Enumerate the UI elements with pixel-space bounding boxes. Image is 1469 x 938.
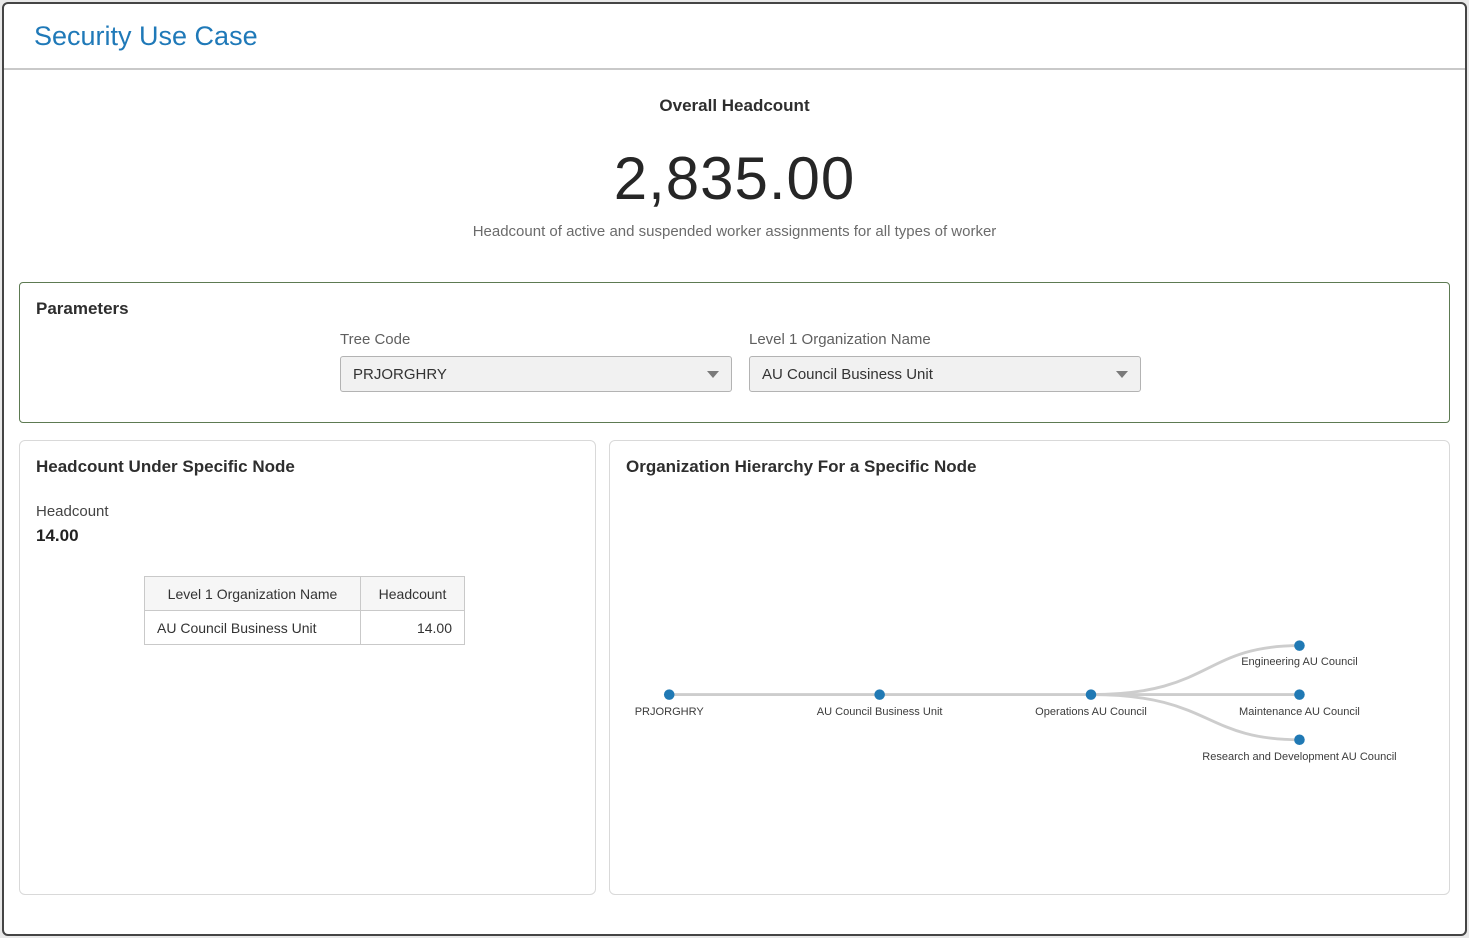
page-title: Security Use Case xyxy=(34,21,258,52)
tree-node-operations-au-council[interactable] xyxy=(1086,689,1097,700)
table-cell-org: AU Council Business Unit xyxy=(145,611,361,645)
tree-node-au-council-business-unit[interactable] xyxy=(874,689,885,700)
tree-node-rnd-au-council[interactable] xyxy=(1294,734,1305,745)
tree-node-label: Engineering AU Council xyxy=(1241,656,1358,668)
table-header-headcount: Headcount xyxy=(361,577,465,611)
dashboard-window: Security Use Case Overall Headcount 2,83… xyxy=(2,2,1467,936)
bottom-panels: Headcount Under Specific Node Headcount … xyxy=(19,440,1450,895)
parameters-panel: Parameters Tree Code PRJORGHRY Level 1 O… xyxy=(19,282,1450,423)
chevron-down-icon xyxy=(707,371,719,378)
overall-headcount-section: Overall Headcount 2,835.00 Headcount of … xyxy=(4,70,1465,240)
page-header: Security Use Case xyxy=(4,4,1465,70)
chevron-down-icon xyxy=(1116,371,1128,378)
headcount-metric-label: Headcount xyxy=(36,503,579,520)
level1-org-select[interactable]: AU Council Business Unit xyxy=(749,356,1141,392)
headcount-under-node-panel: Headcount Under Specific Node Headcount … xyxy=(19,440,596,895)
tree-code-select[interactable]: PRJORGHRY xyxy=(340,356,732,392)
hierarchy-panel-title: Organization Hierarchy For a Specific No… xyxy=(626,457,1433,477)
table-header-row: Level 1 Organization Name Headcount xyxy=(145,577,465,611)
tree-node-label: Research and Development AU Council xyxy=(1202,751,1396,763)
table-header-org: Level 1 Organization Name xyxy=(145,577,361,611)
level1-org-label: Level 1 Organization Name xyxy=(749,331,1141,348)
parameters-title: Parameters xyxy=(36,299,1433,319)
table-cell-headcount: 14.00 xyxy=(361,611,465,645)
headcount-table: Level 1 Organization Name Headcount AU C… xyxy=(144,576,465,645)
tree-edge xyxy=(1091,646,1299,695)
headcount-metric-value: 14.00 xyxy=(36,526,579,546)
level1-org-value: AU Council Business Unit xyxy=(762,366,933,383)
tree-code-field: Tree Code PRJORGHRY xyxy=(340,331,732,392)
tree-code-label: Tree Code xyxy=(340,331,732,348)
table-row[interactable]: AU Council Business Unit 14.00 xyxy=(145,611,465,645)
overall-headcount-title: Overall Headcount xyxy=(4,96,1465,116)
level1-org-field: Level 1 Organization Name AU Council Bus… xyxy=(749,331,1141,392)
headcount-panel-title: Headcount Under Specific Node xyxy=(36,457,579,477)
tree-node-maintenance-au-council[interactable] xyxy=(1294,689,1305,700)
overall-headcount-description: Headcount of active and suspended worker… xyxy=(4,223,1465,240)
tree-node-engineering-au-council[interactable] xyxy=(1294,640,1305,651)
tree-node-label: Maintenance AU Council xyxy=(1239,706,1360,718)
tree-node-label: AU Council Business Unit xyxy=(817,706,943,718)
tree-node-label: Operations AU Council xyxy=(1035,706,1147,718)
tree-node-prjorghry[interactable] xyxy=(664,689,675,700)
tree-node-label: PRJORGHRY xyxy=(635,706,705,718)
hierarchy-chart: PRJORGHRY AU Council Business Unit Opera… xyxy=(626,485,1433,885)
hierarchy-tree-svg: PRJORGHRY AU Council Business Unit Opera… xyxy=(626,485,1433,885)
hierarchy-panel: Organization Hierarchy For a Specific No… xyxy=(609,440,1450,895)
tree-code-value: PRJORGHRY xyxy=(353,366,447,383)
overall-headcount-value: 2,835.00 xyxy=(4,144,1465,213)
parameters-row: Tree Code PRJORGHRY Level 1 Organization… xyxy=(36,331,1433,392)
